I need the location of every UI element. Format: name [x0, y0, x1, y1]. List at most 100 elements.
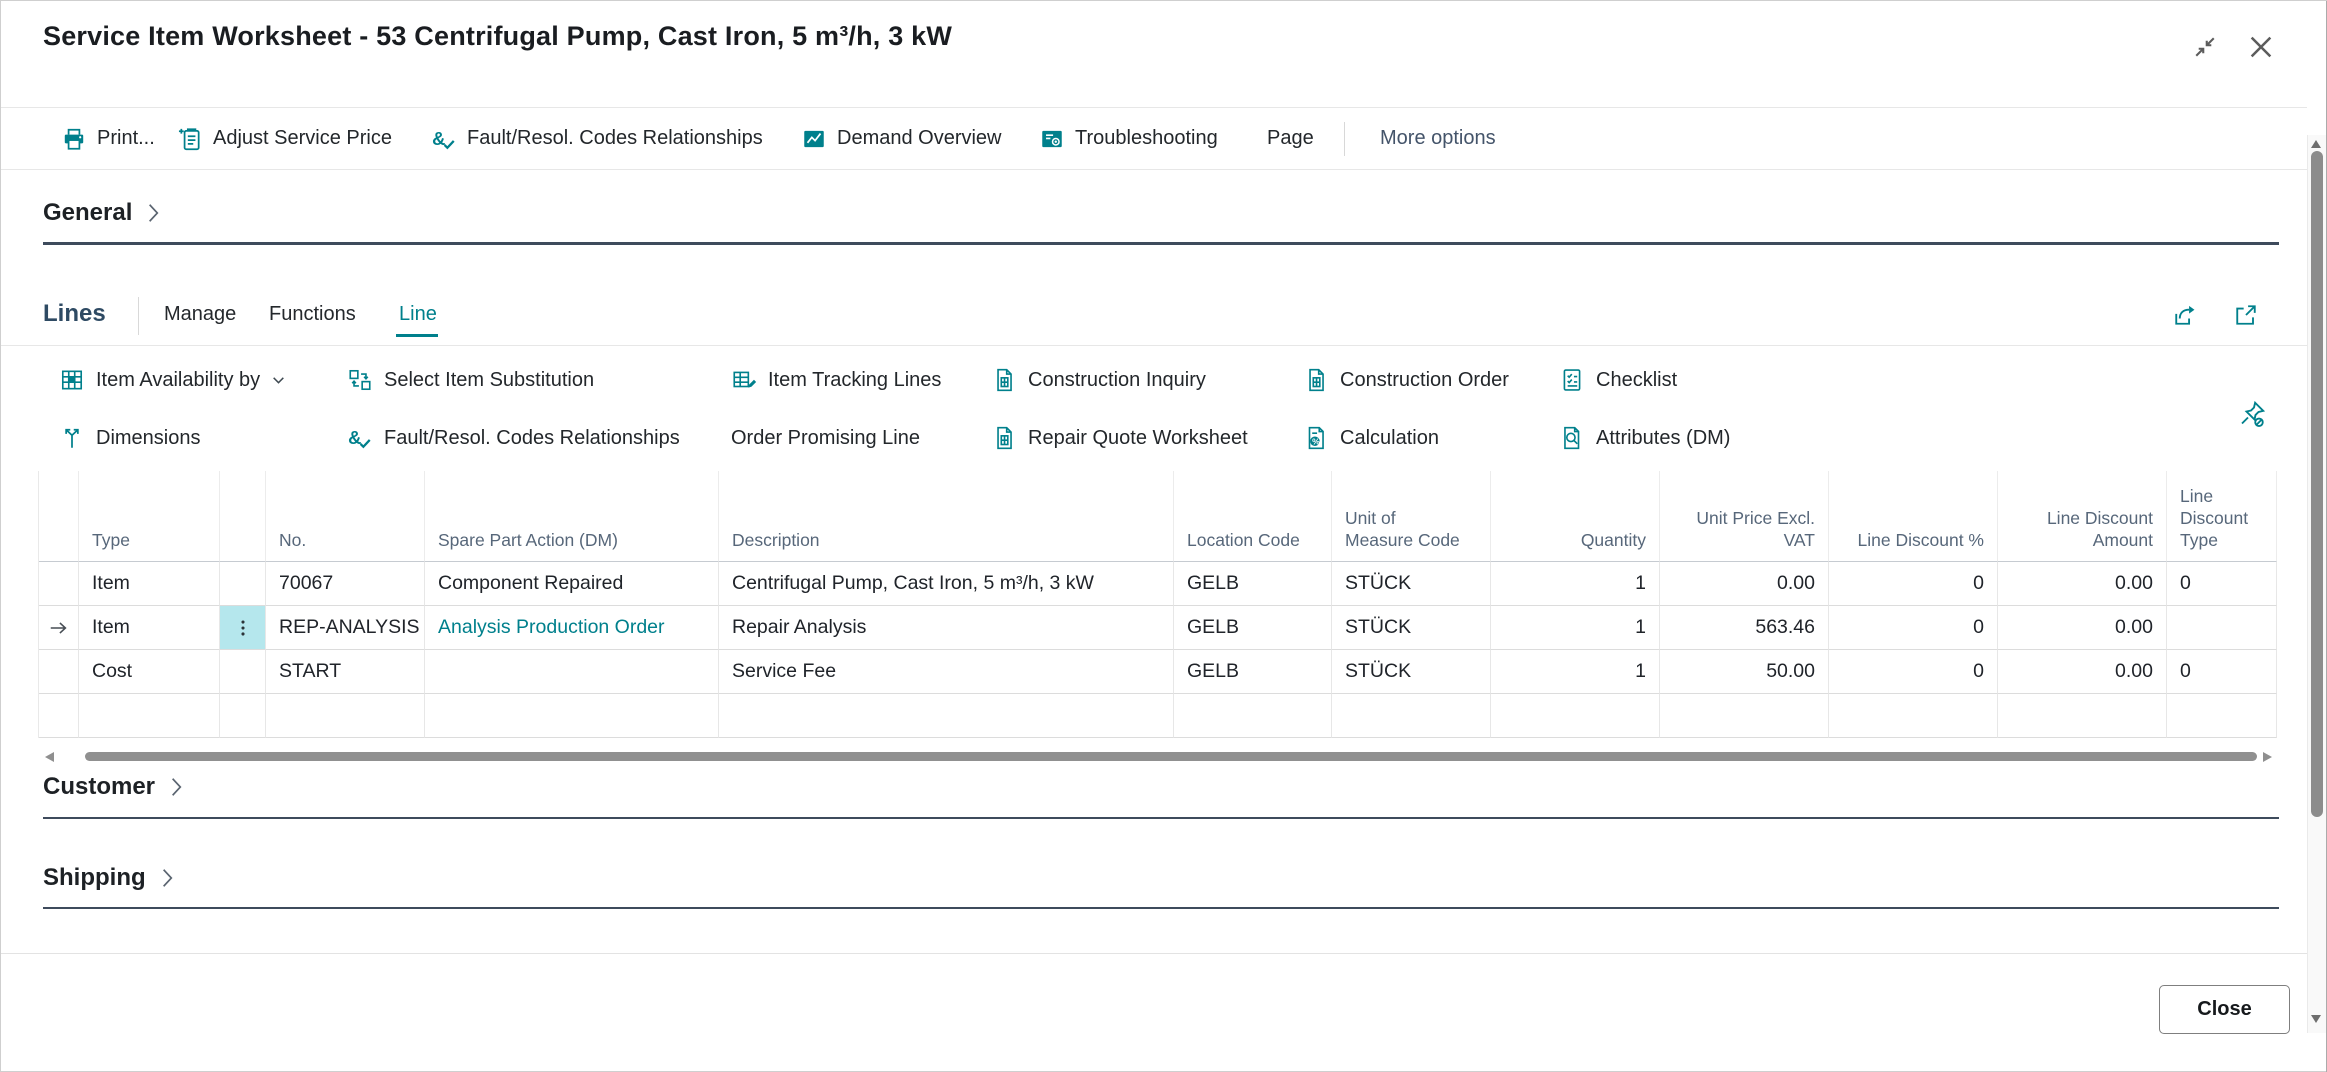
empty-row-cell[interactable]	[220, 694, 266, 738]
cell-line-discount-pct[interactable]: 0	[1829, 650, 1998, 694]
empty-row-cell[interactable]	[266, 694, 425, 738]
checklist-button[interactable]: Checklist	[1559, 353, 1677, 407]
cell-line-discount-type[interactable]	[2167, 606, 2277, 650]
troubleshooting-button[interactable]: Troubleshooting	[1039, 108, 1218, 169]
vertical-scrollbar-thumb[interactable]	[2311, 151, 2323, 817]
print-button[interactable]: Print...	[61, 108, 155, 169]
item-availability-by-button[interactable]: Item Availability by	[59, 353, 286, 407]
cell-quantity[interactable]: 1	[1491, 562, 1660, 606]
empty-row-cell[interactable]	[1829, 694, 1998, 738]
empty-row-cell[interactable]	[1491, 694, 1660, 738]
cell-location-code[interactable]: GELB	[1174, 562, 1332, 606]
close-icon[interactable]	[2245, 31, 2277, 63]
cell-unit-price-excl-vat[interactable]: 0.00	[1660, 562, 1829, 606]
cell-row-menu-selected[interactable]	[220, 606, 266, 650]
cell-no[interactable]: 70067	[266, 562, 425, 606]
col-header-line-discount-type[interactable]: Line Discount Type	[2167, 471, 2277, 562]
row-marker-cell[interactable]	[39, 562, 79, 606]
col-header-unit-price-excl-vat[interactable]: Unit Price Excl. VAT	[1660, 471, 1829, 562]
cell-spare-part-action-link[interactable]: Analysis Production Order	[425, 606, 719, 650]
expand-part-icon[interactable]	[2232, 301, 2260, 329]
dimensions-button[interactable]: Dimensions	[59, 411, 200, 465]
hscroll-left-arrow[interactable]	[45, 752, 54, 762]
order-promising-line-button[interactable]: Order Promising Line	[731, 411, 920, 465]
empty-row-cell[interactable]	[39, 694, 79, 738]
construction-order-button[interactable]: Construction Order	[1303, 353, 1509, 407]
empty-row-cell[interactable]	[1332, 694, 1491, 738]
cell-unit-of-measure-code[interactable]: STÜCK	[1332, 606, 1491, 650]
col-header-location-code[interactable]: Location Code	[1174, 471, 1332, 562]
section-shipping[interactable]: Shipping	[43, 864, 175, 892]
col-header-no[interactable]: No.	[266, 471, 425, 562]
cell-line-discount-pct[interactable]: 0	[1829, 562, 1998, 606]
tab-functions[interactable]: Functions	[269, 303, 356, 326]
pin-off-icon[interactable]	[2237, 399, 2267, 429]
cell-type[interactable]: Item	[79, 606, 220, 650]
select-item-substitution-button[interactable]: Select Item Substitution	[347, 353, 594, 407]
cell-line-discount-amount[interactable]: 0.00	[1998, 562, 2167, 606]
empty-row-cell[interactable]	[79, 694, 220, 738]
more-options-button[interactable]: More options	[1380, 108, 1496, 169]
restore-window-icon[interactable]	[2191, 33, 2219, 61]
cell-location-code[interactable]: GELB	[1174, 650, 1332, 694]
col-header-line-discount-pct[interactable]: Line Discount %	[1829, 471, 1998, 562]
share-icon[interactable]	[2171, 301, 2199, 329]
fault-resol-codes-line-button[interactable]: & Fault/Resol. Codes Relationships	[347, 411, 680, 465]
cell-type[interactable]: Item	[79, 562, 220, 606]
cell-spare-part-action[interactable]: Component Repaired	[425, 562, 719, 606]
section-customer[interactable]: Customer	[43, 773, 184, 801]
cell-quantity[interactable]: 1	[1491, 606, 1660, 650]
page-menu-button[interactable]: Page	[1267, 108, 1314, 169]
tab-manage[interactable]: Manage	[164, 303, 236, 326]
vscroll-down-arrow[interactable]	[2311, 1015, 2321, 1023]
vscroll-up-arrow[interactable]	[2311, 140, 2321, 148]
repair-quote-worksheet-button[interactable]: Repair Quote Worksheet	[991, 411, 1248, 465]
cell-row-menu[interactable]	[220, 562, 266, 606]
cell-location-code[interactable]: GELB	[1174, 606, 1332, 650]
cell-row-menu[interactable]	[220, 650, 266, 694]
cell-unit-of-measure-code[interactable]: STÜCK	[1332, 650, 1491, 694]
row-marker-cell-selected[interactable]	[39, 606, 79, 650]
col-header-unit-of-measure-code[interactable]: Unit of Measure Code	[1332, 471, 1491, 562]
cell-unit-of-measure-code[interactable]: STÜCK	[1332, 562, 1491, 606]
cell-spare-part-action[interactable]	[425, 650, 719, 694]
tab-line[interactable]: Line	[399, 303, 437, 326]
cell-no[interactable]: START	[266, 650, 425, 694]
col-header-spare-part-action[interactable]: Spare Part Action (DM)	[425, 471, 719, 562]
cell-line-discount-type[interactable]: 0	[2167, 650, 2277, 694]
empty-row-cell[interactable]	[719, 694, 1174, 738]
adjust-service-price-button[interactable]: Adjust Service Price	[177, 108, 392, 169]
cell-line-discount-pct[interactable]: 0	[1829, 606, 1998, 650]
col-header-type[interactable]: Type	[79, 471, 220, 562]
cell-type[interactable]: Cost	[79, 650, 220, 694]
horizontal-scrollbar-thumb[interactable]	[85, 752, 2257, 761]
empty-row-cell[interactable]	[1998, 694, 2167, 738]
col-header-line-discount-amount[interactable]: Line Discount Amount	[1998, 471, 2167, 562]
cell-unit-price-excl-vat[interactable]: 563.46	[1660, 606, 1829, 650]
cell-description[interactable]: Service Fee	[719, 650, 1174, 694]
cell-line-discount-type[interactable]: 0	[2167, 562, 2277, 606]
cell-quantity[interactable]: 1	[1491, 650, 1660, 694]
empty-row-cell[interactable]	[1174, 694, 1332, 738]
section-general[interactable]: General	[43, 199, 161, 227]
cell-no[interactable]: REP-ANALYSIS	[266, 606, 425, 650]
cell-description[interactable]: Centrifugal Pump, Cast Iron, 5 m³/h, 3 k…	[719, 562, 1174, 606]
col-header-quantity[interactable]: Quantity	[1491, 471, 1660, 562]
close-button[interactable]: Close	[2159, 985, 2290, 1034]
construction-inquiry-button[interactable]: Construction Inquiry	[991, 353, 1206, 407]
empty-row-cell[interactable]	[1660, 694, 1829, 738]
empty-row-cell[interactable]	[425, 694, 719, 738]
demand-overview-button[interactable]: Demand Overview	[801, 108, 1002, 169]
attributes-dm-button[interactable]: Attributes (DM)	[1559, 411, 1730, 465]
cell-line-discount-amount[interactable]: 0.00	[1998, 650, 2167, 694]
cell-description[interactable]: Repair Analysis	[719, 606, 1174, 650]
item-tracking-lines-button[interactable]: Item Tracking Lines	[731, 353, 941, 407]
hscroll-right-arrow[interactable]	[2263, 752, 2272, 762]
empty-row-cell[interactable]	[2167, 694, 2277, 738]
col-header-description[interactable]: Description	[719, 471, 1174, 562]
cell-line-discount-amount[interactable]: 0.00	[1998, 606, 2167, 650]
calculation-button[interactable]: % Calculation	[1303, 411, 1439, 465]
cell-unit-price-excl-vat[interactable]: 50.00	[1660, 650, 1829, 694]
fault-resol-codes-button[interactable]: & Fault/Resol. Codes Relationships	[431, 108, 763, 169]
row-marker-cell[interactable]	[39, 650, 79, 694]
